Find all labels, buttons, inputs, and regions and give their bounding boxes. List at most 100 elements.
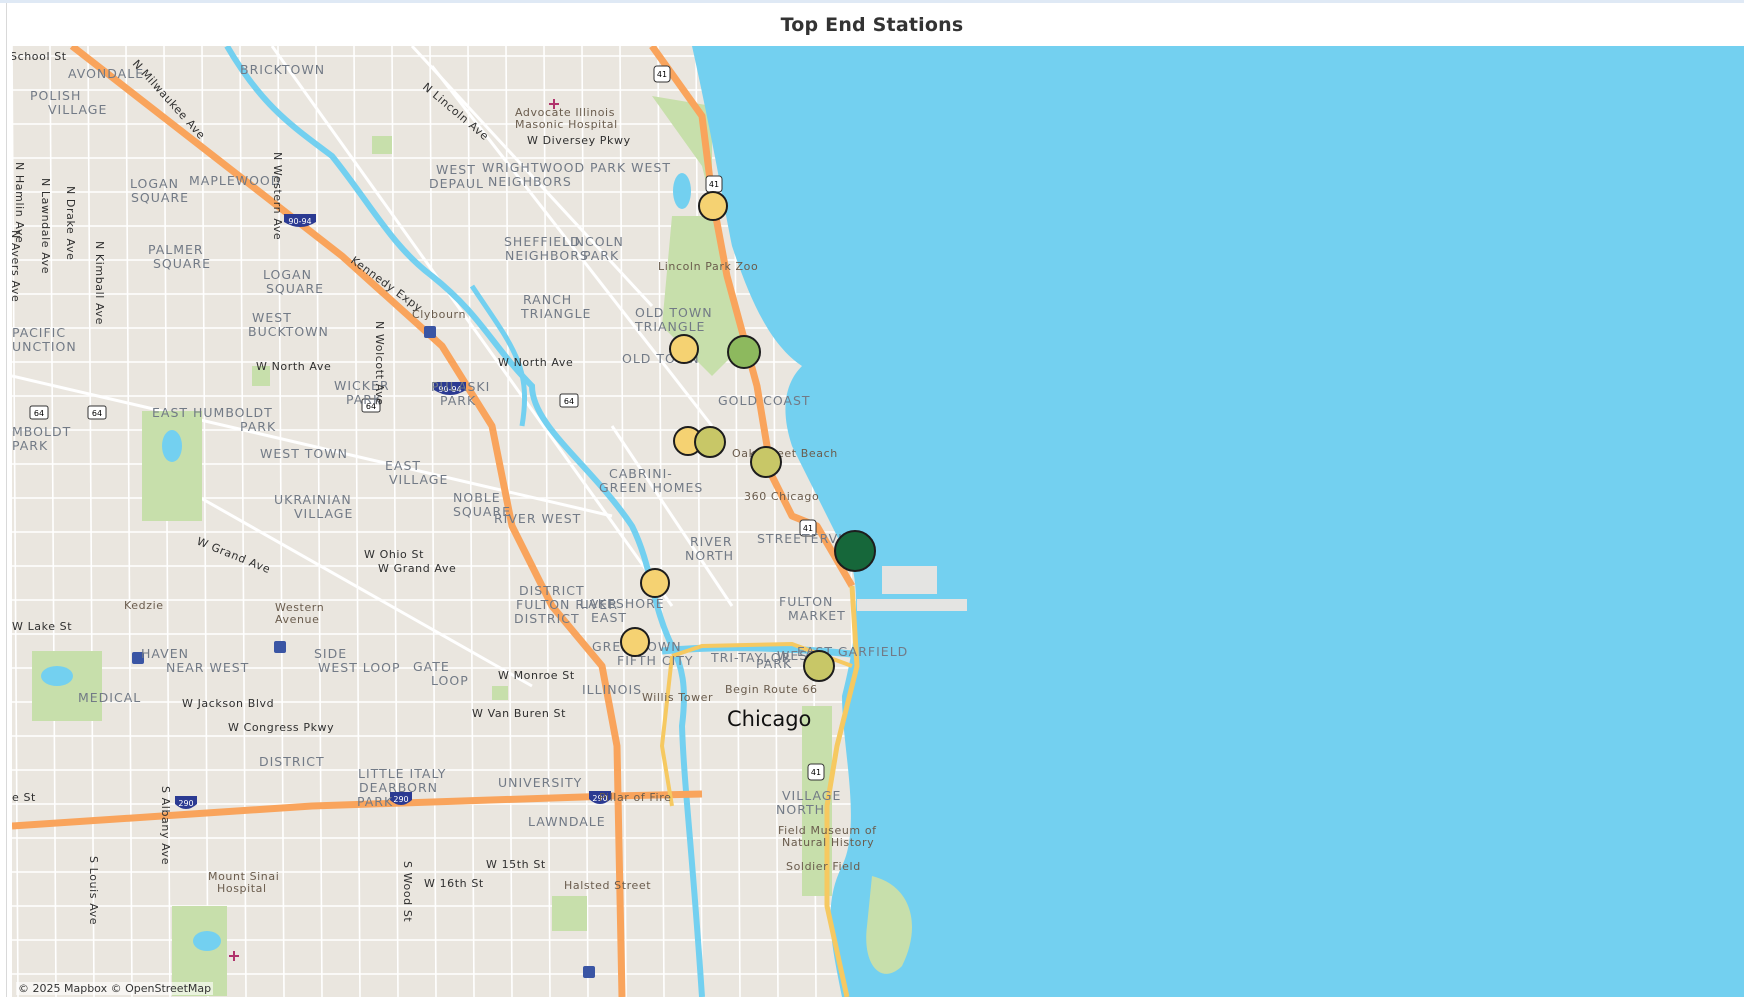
station-marker[interactable]	[669, 334, 699, 364]
neighborhood-label: POLISH	[30, 88, 81, 103]
svg-text:64: 64	[34, 409, 44, 418]
poi-label: Willis Tower	[642, 691, 713, 704]
map-canvas[interactable]: 41 41 41 41 64 64 64 64 90-94 90-94 290 …	[12, 46, 1744, 997]
neighborhood-label: CABRINI-	[609, 466, 673, 481]
neighborhood-label: SQUARE	[131, 190, 189, 205]
neighborhood-label: NEIGHBORS	[505, 248, 589, 263]
neighborhood-label: PARK	[357, 794, 393, 809]
station-marker[interactable]	[834, 530, 876, 572]
svg-text:290: 290	[393, 795, 408, 804]
street-label: W Lake St	[12, 620, 72, 633]
neighborhood-label: RIVER	[690, 534, 733, 549]
map-title: Top End Stations	[780, 14, 964, 36]
neighborhood-label: NEIGHBORS	[488, 174, 572, 189]
station-marker[interactable]	[640, 568, 670, 598]
route-41-shield: 41	[807, 763, 825, 781]
map-view[interactable]: 41 41 41 41 64 64 64 64 90-94 90-94 290 …	[12, 46, 1744, 997]
neighborhood-label: OLD TOWN	[635, 305, 713, 320]
neighborhood-label: GATE	[413, 659, 450, 674]
neighborhood-label: WEST	[252, 310, 292, 325]
neighborhood-label: HAVEN	[141, 646, 189, 661]
poi-label: 360 Chicago	[744, 490, 819, 503]
neighborhood-label: NOBLE	[453, 490, 501, 505]
neighborhood-label: DEPAUL	[429, 176, 484, 191]
neighborhood-label: UNCTION	[12, 339, 77, 354]
neighborhood-label: LAKESHORE	[580, 596, 665, 611]
svg-text:41: 41	[657, 70, 667, 79]
neighborhood-label: LOGAN	[130, 176, 179, 191]
neighborhood-label: BUCKTOWN	[248, 324, 329, 339]
neighborhood-label: PACIFIC	[12, 325, 66, 340]
svg-text:290: 290	[178, 799, 193, 808]
neighborhood-label: BRICKTOWN	[240, 62, 325, 77]
neighborhood-label: MAPLEWOOD	[189, 173, 281, 188]
route-64-shield: 64	[559, 393, 579, 408]
train-icon	[583, 966, 595, 978]
neighborhood-label: PARK	[440, 393, 476, 408]
svg-text:41: 41	[811, 768, 821, 777]
neighborhood-label: EAST	[591, 610, 627, 625]
station-marker[interactable]	[620, 627, 650, 657]
neighborhood-label: TRIANGLE	[634, 319, 705, 334]
neighborhood-label: DISTRICT	[259, 754, 325, 769]
street-label: W Congress Pkwy	[228, 721, 334, 734]
neighborhood-label: PULASKI	[431, 379, 490, 394]
street-label: N Western Ave	[271, 152, 284, 240]
poi-label: Begin Route 66	[725, 683, 818, 696]
poi-label: Oak Street Beach	[732, 447, 838, 460]
street-label: W Ohio St	[364, 548, 424, 561]
poi-label: Avenue	[275, 613, 319, 626]
poi-label: Lincoln Park Zoo	[658, 260, 758, 273]
poi-label: Hospital	[217, 882, 267, 895]
street-label: School St	[12, 50, 67, 63]
station-marker[interactable]	[803, 650, 835, 682]
poi-label: Kedzie	[124, 599, 164, 612]
neighborhood-label: NEAR WEST	[166, 660, 249, 675]
street-label: W Van Buren St	[472, 707, 566, 720]
street-label: W 16th St	[424, 877, 484, 890]
station-marker[interactable]	[698, 191, 728, 221]
top-border	[0, 0, 1744, 3]
street-label: W 15th St	[486, 858, 546, 871]
neighborhood-label: TRI-TAYLOR	[710, 650, 791, 665]
route-41-shield: 41	[653, 65, 671, 83]
navy-pier	[857, 599, 967, 611]
neighborhood-label: TRIANGLE	[520, 306, 591, 321]
neighborhood-label: EAST	[385, 458, 421, 473]
map-attribution: © 2025 Mapbox © OpenStreetMap	[16, 982, 214, 995]
poi-label: Masonic Hospital	[515, 118, 618, 131]
route-64-shield: 64	[87, 405, 107, 420]
street-label: W North Ave	[498, 356, 573, 369]
route-41-shield: 41	[705, 175, 723, 193]
station-marker[interactable]	[694, 426, 726, 458]
neighborhood-label: SQUARE	[266, 281, 324, 296]
neighborhood-label: WRIGHTWOOD	[482, 160, 585, 175]
neighborhood-label: DISTRICT	[519, 583, 585, 598]
interstate-90-94-shield: 90-94	[284, 214, 316, 227]
neighborhood-label: WEST	[436, 162, 476, 177]
neighborhood-label: VILLAGE	[389, 472, 448, 487]
svg-text:64: 64	[92, 409, 102, 418]
street-label: W North Ave	[256, 360, 331, 373]
street-label: W Grand Ave	[378, 562, 456, 575]
neighborhood-label: LOGAN	[263, 267, 312, 282]
street-label: S Louis Ave	[87, 856, 100, 925]
neighborhood-label: DISTRICT	[514, 611, 580, 626]
neighborhood-label: PARK	[583, 248, 619, 263]
station-marker[interactable]	[750, 446, 782, 478]
neighborhood-label: NORTH	[685, 548, 734, 563]
lake-michigan	[692, 46, 1744, 997]
neighborhood-label: PARK	[12, 438, 48, 453]
neighborhood-label: GOLD COAST	[718, 393, 811, 408]
neighborhood-label: MBOLDT	[12, 424, 71, 439]
neighborhood-label: PALMER	[148, 242, 204, 257]
neighborhood-label: PARK	[240, 419, 276, 434]
neighborhood-label: LAWNDALE	[528, 814, 606, 829]
city-label: Chicago	[727, 707, 811, 731]
neighborhood-label: RIVER WEST	[494, 511, 581, 526]
navy-pier-terminal	[882, 566, 937, 594]
street-label: S Albany Ave	[159, 786, 172, 865]
neighborhood-label: SIDE	[314, 646, 347, 661]
svg-text:64: 64	[564, 397, 574, 406]
station-marker[interactable]	[727, 335, 761, 369]
